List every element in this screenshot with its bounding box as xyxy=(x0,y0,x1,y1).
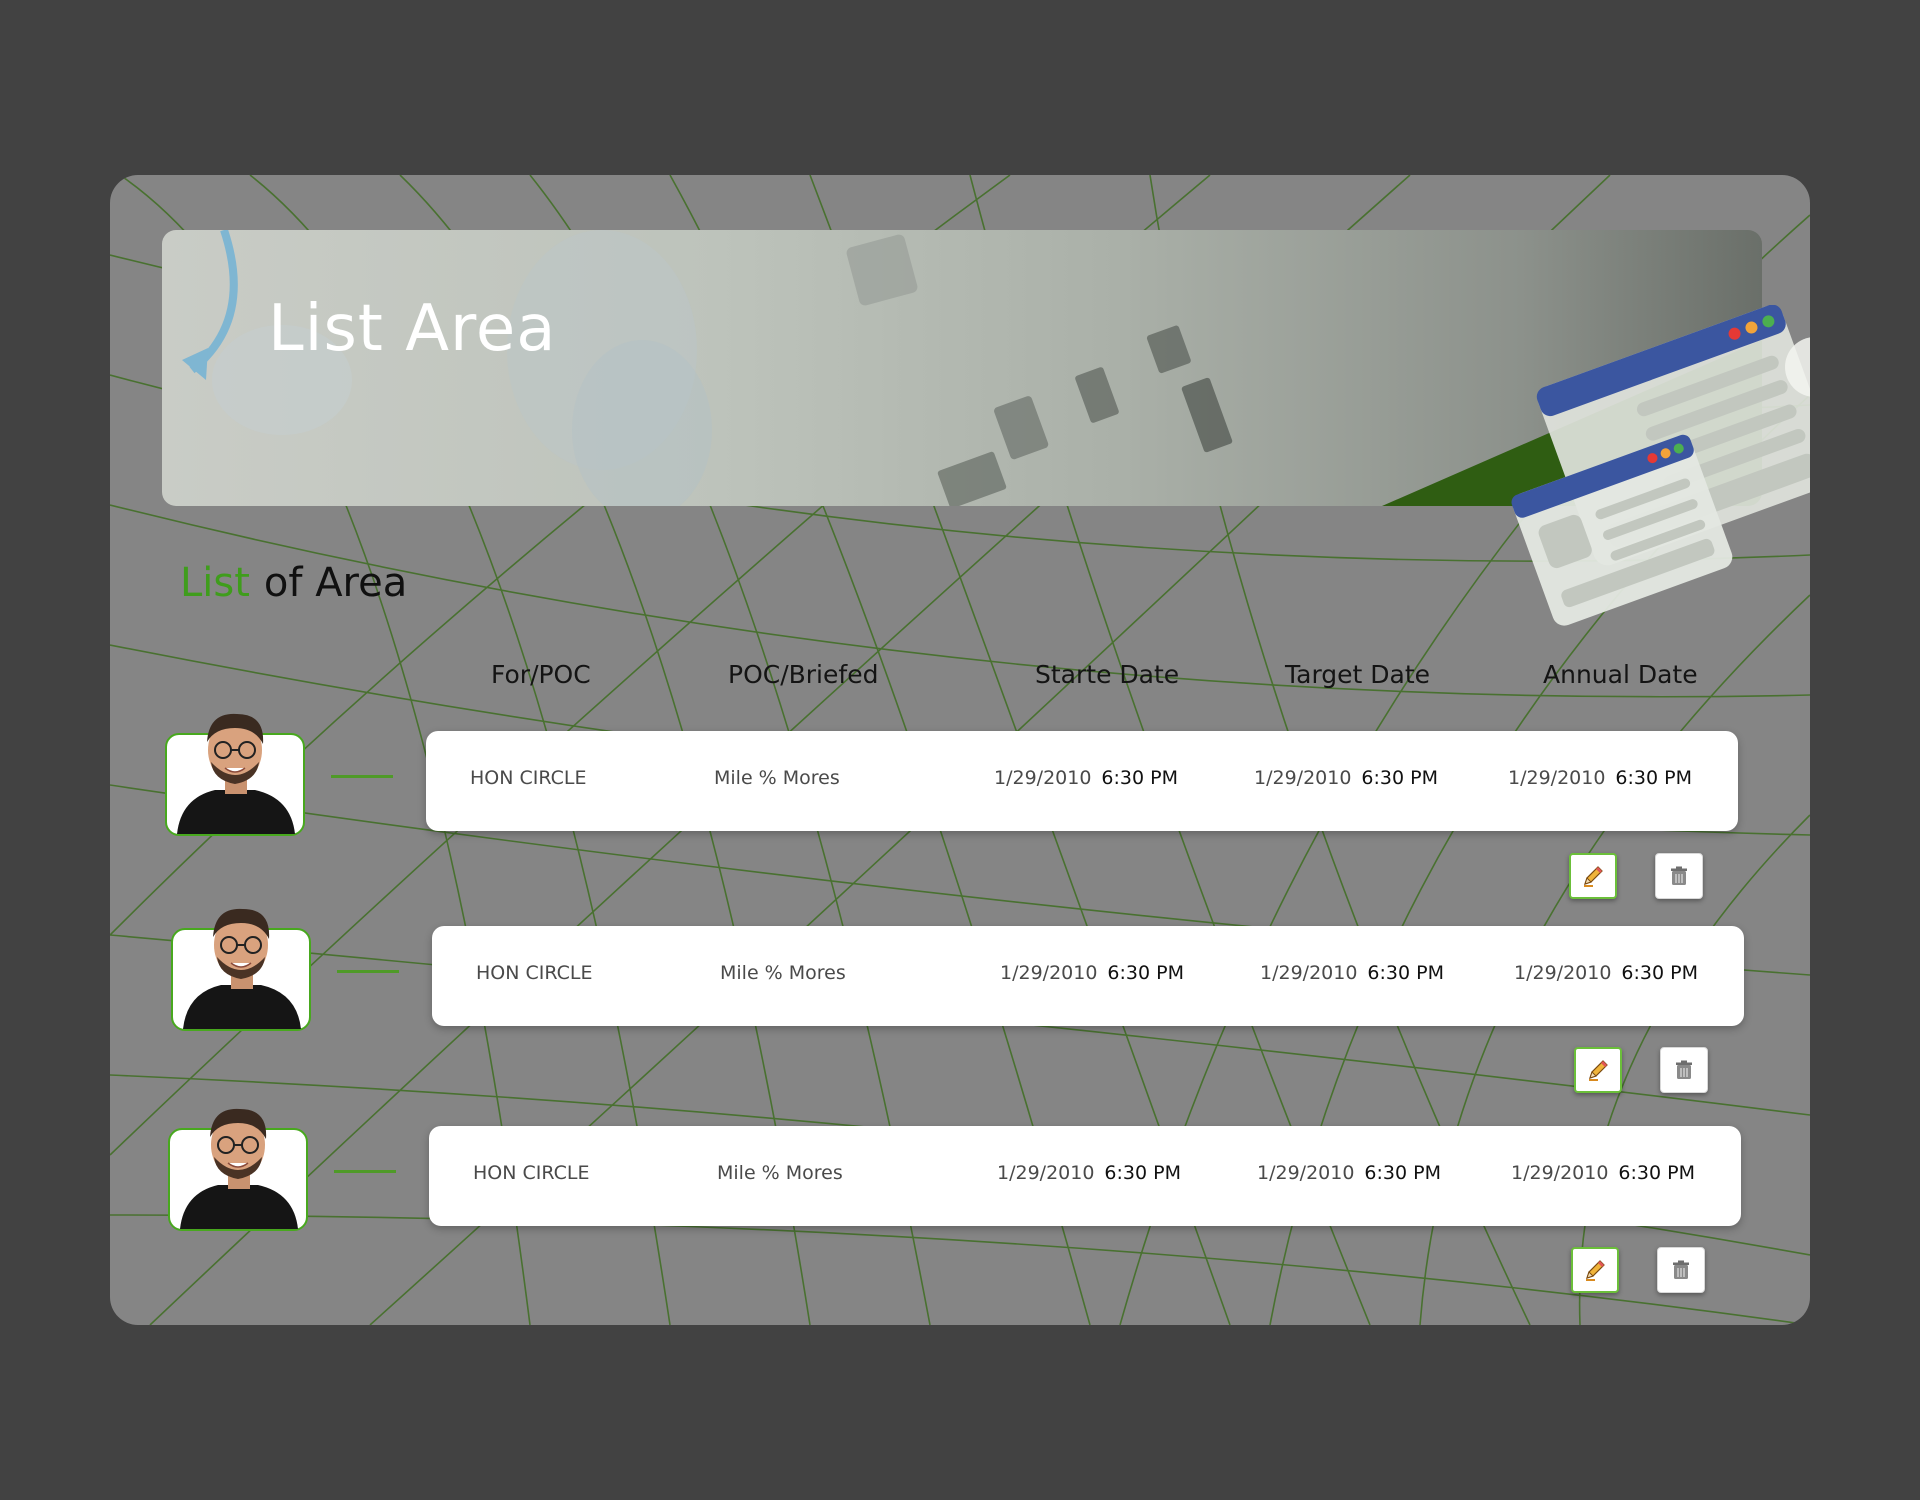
annual-time: 6:30 PM xyxy=(1621,962,1698,984)
trash-icon xyxy=(1676,1060,1692,1079)
cell-target-date: 1/29/2010 6:30 PM xyxy=(1260,962,1444,984)
target-time: 6:30 PM xyxy=(1364,1162,1441,1184)
edit-button[interactable] xyxy=(1571,1247,1619,1293)
table-row[interactable]: HON CIRCLE Mile % Mores 1/29/2010 6:30 PM… xyxy=(426,731,1738,831)
row-connector xyxy=(337,970,399,973)
target-time: 6:30 PM xyxy=(1361,767,1438,789)
target-time: 6:30 PM xyxy=(1367,962,1444,984)
row-connector xyxy=(334,1170,396,1173)
section-title-accent: List xyxy=(180,560,250,606)
pencil-icon xyxy=(1589,1060,1608,1081)
target-date: 1/29/2010 xyxy=(1260,962,1358,984)
delete-button[interactable] xyxy=(1657,1247,1705,1293)
avatar xyxy=(168,1108,308,1231)
row-connector xyxy=(331,775,393,778)
table-row[interactable]: HON CIRCLE Mile % Mores 1/29/2010 6:30 PM… xyxy=(429,1126,1741,1226)
cell-start-date: 1/29/2010 6:30 PM xyxy=(1000,962,1184,984)
cell-target-date: 1/29/2010 6:30 PM xyxy=(1254,767,1438,789)
trash-icon xyxy=(1673,1260,1689,1279)
delete-button[interactable] xyxy=(1655,853,1703,899)
column-header-target-date: Target Date xyxy=(1285,660,1431,689)
avatar xyxy=(171,908,311,1031)
annual-date: 1/29/2010 xyxy=(1511,1162,1609,1184)
person-avatar-image xyxy=(180,1108,298,1229)
cell-for-poc: HON CIRCLE xyxy=(476,962,593,984)
start-date: 1/29/2010 xyxy=(994,767,1092,789)
list-card: List Area List of Area For/POC POC/Brief… xyxy=(110,175,1810,1325)
annual-date: 1/29/2010 xyxy=(1508,767,1606,789)
column-header-annual-date: Annual Date xyxy=(1543,660,1698,689)
annual-date: 1/29/2010 xyxy=(1514,962,1612,984)
column-header-start-date: Starte Date xyxy=(1035,660,1180,689)
page-title: List Area xyxy=(268,292,557,366)
person-avatar-image xyxy=(183,908,301,1029)
pencil-icon xyxy=(1584,866,1603,887)
column-header-for-poc: For/POC xyxy=(491,660,591,689)
person-avatar-image xyxy=(177,713,295,834)
browser-windows-illustration xyxy=(1511,305,1810,626)
cell-for-poc: HON CIRCLE xyxy=(473,1162,590,1184)
target-date: 1/29/2010 xyxy=(1254,767,1352,789)
start-date: 1/29/2010 xyxy=(997,1162,1095,1184)
trash-icon xyxy=(1671,866,1687,885)
column-header-poc-briefed: POC/Briefed xyxy=(728,660,879,689)
annual-time: 6:30 PM xyxy=(1615,767,1692,789)
avatar xyxy=(165,713,305,836)
cell-annual-date: 1/29/2010 6:30 PM xyxy=(1508,767,1692,789)
start-date: 1/29/2010 xyxy=(1000,962,1098,984)
start-time: 6:30 PM xyxy=(1101,767,1178,789)
table-row[interactable]: HON CIRCLE Mile % Mores 1/29/2010 6:30 PM… xyxy=(432,926,1744,1026)
section-title-rest: of Area xyxy=(263,560,408,606)
start-time: 6:30 PM xyxy=(1107,962,1184,984)
pencil-icon xyxy=(1586,1260,1605,1281)
cell-start-date: 1/29/2010 6:30 PM xyxy=(994,767,1178,789)
section-title: List of Area xyxy=(180,560,407,606)
start-time: 6:30 PM xyxy=(1104,1162,1181,1184)
cell-for-poc: HON CIRCLE xyxy=(470,767,587,789)
edit-button[interactable] xyxy=(1569,853,1617,899)
cell-poc-briefed: Mile % Mores xyxy=(720,962,846,984)
edit-button[interactable] xyxy=(1574,1047,1622,1093)
delete-button[interactable] xyxy=(1660,1047,1708,1093)
cell-poc-briefed: Mile % Mores xyxy=(714,767,840,789)
cell-target-date: 1/29/2010 6:30 PM xyxy=(1257,1162,1441,1184)
cell-poc-briefed: Mile % Mores xyxy=(717,1162,843,1184)
cell-annual-date: 1/29/2010 6:30 PM xyxy=(1511,1162,1695,1184)
cell-start-date: 1/29/2010 6:30 PM xyxy=(997,1162,1181,1184)
target-date: 1/29/2010 xyxy=(1257,1162,1355,1184)
cell-annual-date: 1/29/2010 6:30 PM xyxy=(1514,962,1698,984)
annual-time: 6:30 PM xyxy=(1618,1162,1695,1184)
